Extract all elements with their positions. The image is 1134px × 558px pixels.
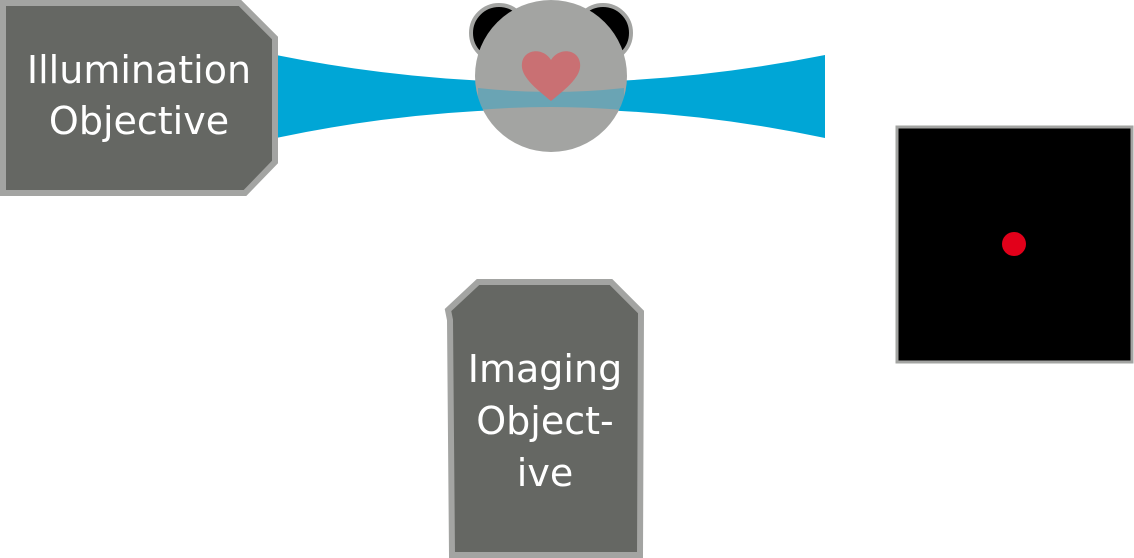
imaging-objective-label-line3: ive: [517, 451, 573, 495]
illumination-objective: Illumination Objective: [0, 0, 278, 196]
camera-view: [895, 125, 1134, 364]
imaging-objective-label-line1: Imaging: [468, 347, 622, 391]
sample: [469, 0, 633, 152]
illumination-objective-label-line1: Illumination: [27, 48, 251, 92]
light-sheet-microscope-diagram: Illumination Objective Imaging Object- i…: [0, 0, 1134, 558]
imaging-objective: Imaging Object- ive: [444, 279, 645, 558]
illumination-objective-label-line2: Objective: [49, 99, 229, 143]
illumination-objective-body: [0, 0, 278, 196]
imaging-objective-label-line2: Object-: [476, 399, 613, 443]
red-dot-icon: [1002, 232, 1026, 256]
